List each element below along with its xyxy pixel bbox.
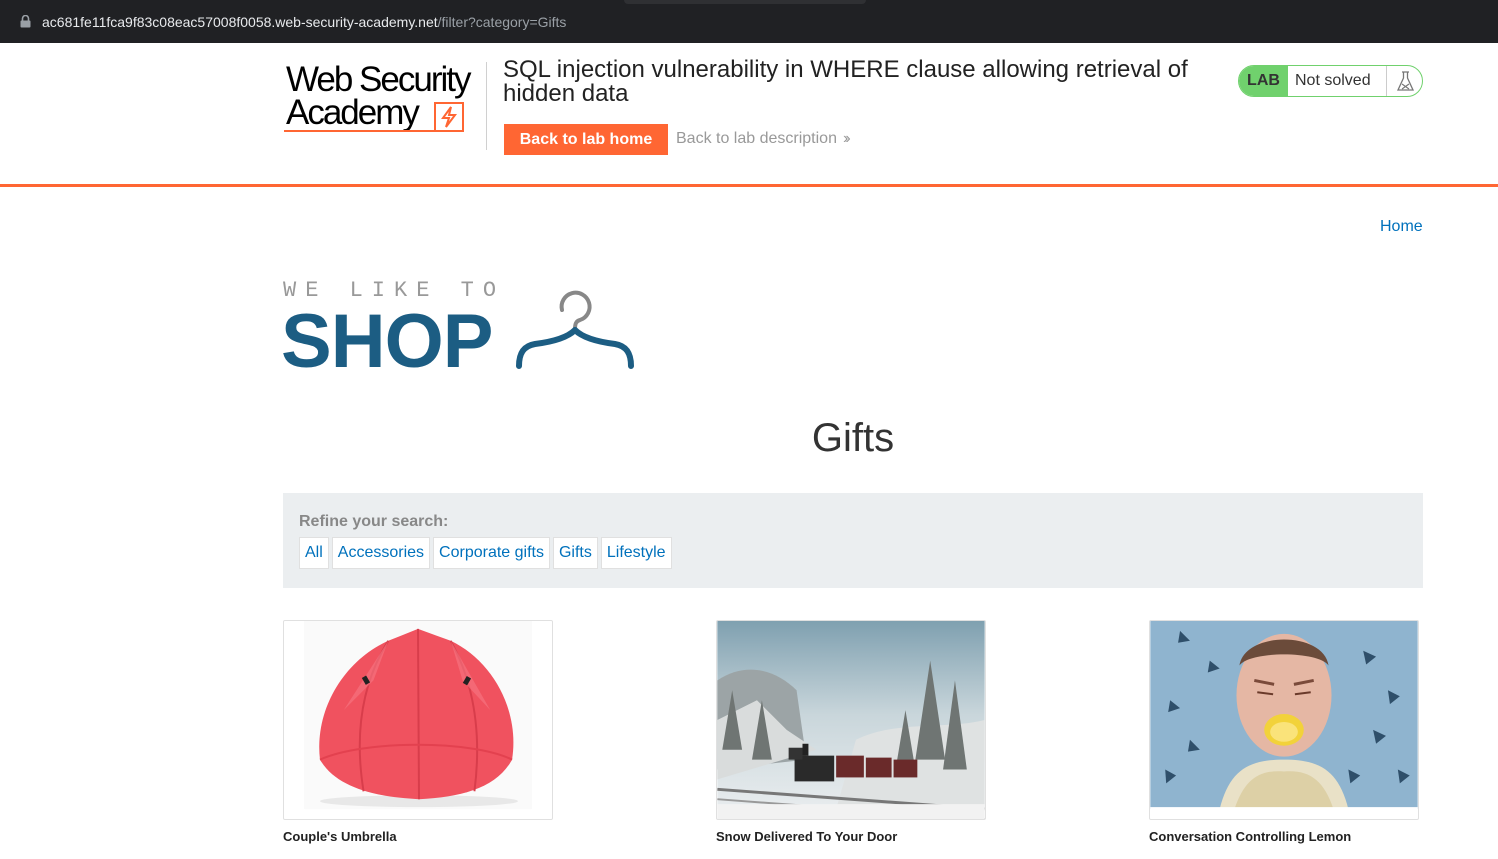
product-card[interactable] [716,620,986,820]
header-divider [486,62,487,150]
product-card[interactable] [283,620,553,820]
product-image-snow-train [717,621,985,819]
filter-label: Refine your search: [299,513,449,530]
url-field[interactable]: ac681fe11fca9f83c08eac57008f0058.web-sec… [42,14,566,30]
shop-logo-word: SHOP [281,299,493,384]
home-link[interactable]: Home [1380,218,1423,236]
url-path: /filter?category=Gifts [437,14,567,30]
flask-icon-box [1386,66,1422,96]
filter-lifestyle[interactable]: Lifestyle [600,537,672,569]
lightning-icon [434,102,464,132]
product-image-lemon [1150,621,1418,819]
product-name[interactable]: Conversation Controlling Lemon [1149,829,1351,844]
logo-underline [284,130,434,132]
filter-all[interactable]: All [299,537,329,569]
hanger-icon [516,290,634,369]
filter-accessories[interactable]: Accessories [331,537,431,569]
logo-line-2: Academy [286,93,420,132]
we-like-to-shop-logo[interactable]: WE LIKE TO SHOP [281,278,643,384]
category-title: Gifts [811,416,895,460]
lab-title: SQL injection vulnerability in WHERE cla… [503,56,1188,107]
flask-icon [1396,71,1415,91]
browser-tab[interactable] [624,0,866,4]
back-to-lab-description-link[interactable]: Back to lab description ›› [676,130,850,148]
product-image-umbrella [284,621,552,819]
lab-status-badge: LAB Not solved [1238,65,1423,97]
back-to-lab-description-label: Back to lab description [676,130,837,147]
filter-panel: Refine your search: All Accessories Corp… [283,493,1423,588]
web-security-academy-logo[interactable]: Web Security Academy [284,62,484,136]
lock-icon [20,15,31,28]
browser-address-bar: ac681fe11fca9f83c08eac57008f0058.web-sec… [0,0,1498,43]
double-chevron-right-icon: ›› [842,130,850,147]
filter-gifts[interactable]: Gifts [552,537,598,569]
product-name[interactable]: Couple's Umbrella [283,829,397,844]
lab-tag: LAB [1239,66,1288,96]
product-card[interactable] [1149,620,1419,820]
lab-status-text: Not solved [1295,72,1371,89]
product-name[interactable]: Snow Delivered To Your Door [716,829,897,844]
filter-categories: All Accessories Corporate gifts Gifts Li… [299,537,675,569]
back-to-lab-home-button[interactable]: Back to lab home [504,124,668,155]
filter-corporate-gifts[interactable]: Corporate gifts [433,537,550,569]
url-host: ac681fe11fca9f83c08eac57008f0058.web-sec… [42,14,438,30]
